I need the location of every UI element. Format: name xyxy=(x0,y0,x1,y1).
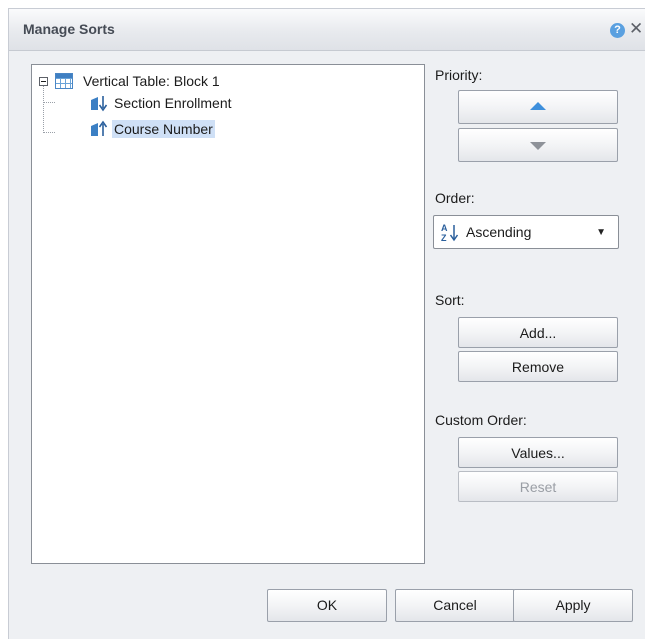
sort-tree[interactable]: Vertical Table: Block 1 Section Enrollme… xyxy=(31,64,425,564)
sort-ascending-icon xyxy=(91,120,108,136)
arrow-up-icon xyxy=(530,102,546,110)
order-label: Order: xyxy=(435,190,475,206)
title-bar: Manage Sorts ? ✕ xyxy=(9,9,645,51)
sort-az-icon: A Z xyxy=(441,223,459,242)
order-select[interactable]: A Z Ascending ▼ xyxy=(433,215,619,249)
svg-text:A: A xyxy=(441,223,448,233)
move-up-button[interactable] xyxy=(458,90,618,124)
reset-button[interactable]: Reset xyxy=(458,471,618,502)
tree-item-label: Section Enrollment xyxy=(114,95,232,111)
cancel-button[interactable]: Cancel xyxy=(395,589,515,622)
remove-sort-button[interactable]: Remove xyxy=(458,351,618,382)
tree-root-label: Vertical Table: Block 1 xyxy=(83,73,220,89)
order-value: Ascending xyxy=(466,224,532,240)
arrow-down-icon xyxy=(530,142,546,150)
help-icon[interactable]: ? xyxy=(610,23,625,38)
add-sort-button[interactable]: Add... xyxy=(458,317,618,348)
custom-order-label: Custom Order: xyxy=(435,412,527,428)
table-icon xyxy=(55,73,73,89)
sort-label: Sort: xyxy=(435,292,465,308)
tree-item-section-enrollment[interactable]: Section Enrollment xyxy=(89,93,234,113)
tree-item-course-number[interactable]: Course Number xyxy=(89,119,215,139)
ok-button[interactable]: OK xyxy=(267,589,387,622)
tree-connector-line xyxy=(44,132,55,133)
tree-item-label-selected: Course Number xyxy=(112,120,215,138)
manage-sorts-dialog: Manage Sorts ? ✕ Vertical Table: Block 1… xyxy=(8,8,645,639)
tree-connector-line xyxy=(44,102,55,103)
values-button[interactable]: Values... xyxy=(458,437,618,468)
tree-connector-line xyxy=(43,85,44,133)
dropdown-caret-icon[interactable]: ▼ xyxy=(596,227,606,238)
dialog-title: Manage Sorts xyxy=(23,21,115,37)
svg-text:Z: Z xyxy=(441,233,447,242)
sort-descending-icon xyxy=(91,96,108,112)
apply-button[interactable]: Apply xyxy=(513,589,633,622)
collapse-icon[interactable] xyxy=(39,76,48,86)
move-down-button[interactable] xyxy=(458,128,618,162)
close-icon[interactable]: ✕ xyxy=(629,20,643,38)
tree-root-row[interactable]: Vertical Table: Block 1 xyxy=(39,71,222,91)
priority-label: Priority: xyxy=(435,67,483,83)
